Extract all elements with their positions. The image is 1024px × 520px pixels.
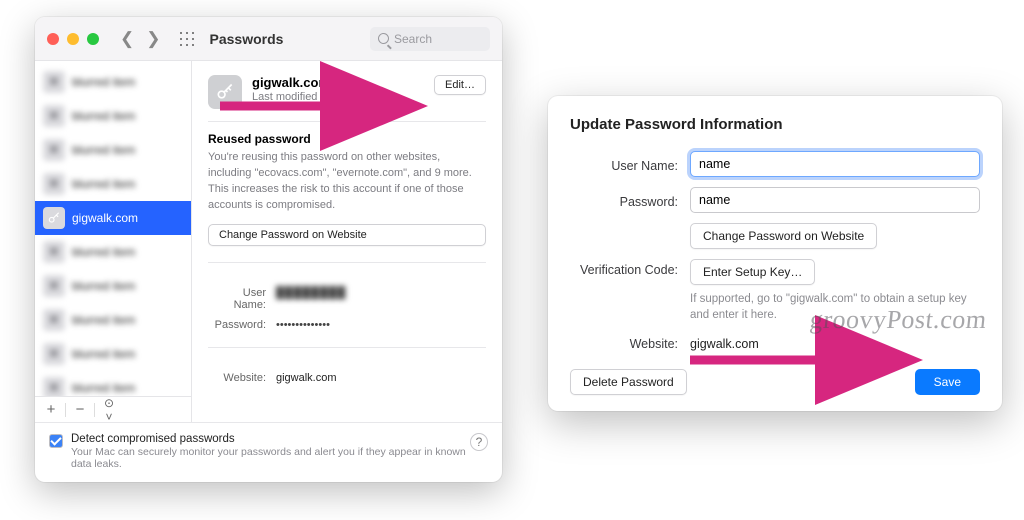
sheet-password-input[interactable]: [690, 187, 980, 213]
divider: [208, 262, 486, 263]
site-title: gigwalk.com: [252, 75, 424, 90]
sheet-heading: Update Password Information: [570, 116, 980, 133]
list-item[interactable]: ■ blurred item: [35, 99, 191, 133]
list-item-label: gigwalk.com: [72, 211, 183, 225]
password-label: Password:: [208, 319, 276, 331]
separator: [65, 403, 66, 417]
add-button[interactable]: +: [41, 401, 61, 418]
titlebar: ❮ ❯ Passwords Search: [35, 17, 502, 61]
sheet-change-password-button[interactable]: Change Password on Website: [690, 223, 877, 249]
favicon-icon: ■: [43, 377, 65, 396]
sheet-username-label: User Name:: [570, 155, 690, 173]
list-item-label: blurred item: [72, 109, 183, 123]
sidebar-toolbar: + − ⊙ ˅: [35, 396, 191, 422]
window-body: ■blurred item■blurred item■blurred item■…: [35, 61, 502, 422]
list-item[interactable]: ■ blurred item: [35, 65, 191, 99]
favicon-icon: ■: [43, 105, 65, 127]
forward-button[interactable]: ❯: [141, 27, 165, 51]
delete-password-button[interactable]: Delete Password: [570, 369, 687, 395]
sidebar: ■blurred item■blurred item■blurred item■…: [35, 61, 192, 422]
website-label: Website:: [208, 372, 276, 384]
list-item-label: blurred item: [72, 347, 183, 361]
help-button[interactable]: ?: [470, 433, 488, 451]
reused-title: Reused password: [208, 132, 486, 146]
sheet-password-row: Password:: [570, 187, 980, 213]
key-icon: [215, 82, 235, 102]
password-list[interactable]: ■blurred item■blurred item■blurred item■…: [35, 61, 191, 396]
password-value: ••••••••••••••: [276, 319, 330, 331]
list-item[interactable]: ■ blurred item: [35, 303, 191, 337]
options-button[interactable]: ⊙ ˅: [99, 396, 119, 423]
sheet-change-row: Change Password on Website: [570, 223, 980, 249]
sheet-actions: Delete Password Cancel Save: [570, 369, 980, 395]
back-button[interactable]: ❮: [115, 27, 139, 51]
favicon-icon: ■: [43, 343, 65, 365]
sheet-password-label: Password:: [570, 191, 690, 209]
sheet-website-label: Website:: [570, 333, 690, 351]
list-item-label: blurred item: [72, 313, 183, 327]
sheet-username-row: User Name:: [570, 151, 980, 177]
list-item-label: blurred item: [72, 75, 183, 89]
list-item[interactable]: ■ blurred item: [35, 371, 191, 396]
favicon-icon: ■: [43, 71, 65, 93]
divider: [208, 121, 486, 122]
list-item-label: blurred item: [72, 381, 183, 395]
sheet-verification-button[interactable]: Enter Setup Key…: [690, 259, 815, 285]
reused-body: You're reusing this password on other we…: [208, 150, 486, 214]
list-item[interactable]: ■ blurred item: [35, 269, 191, 303]
search-placeholder: Search: [394, 32, 432, 46]
passwords-window: ❮ ❯ Passwords Search ■ blurred item ■ blurr…: [35, 17, 502, 482]
favicon-icon: ■: [43, 241, 65, 263]
zoom-window-button[interactable]: [87, 33, 99, 45]
sheet-website-row: Website: gigwalk.com: [570, 333, 980, 351]
last-modified: Last modified 1/19/20: [252, 91, 424, 103]
list-item-label: blurred item: [72, 143, 183, 157]
sheet-verification-label: Verification Code:: [570, 259, 690, 277]
detail-pane: gigwalk.com Last modified 1/19/20 Edit… …: [192, 61, 502, 422]
change-password-button[interactable]: Change Password on Website: [208, 224, 486, 246]
list-item[interactable]: ■ blurred item: [35, 167, 191, 201]
detail-header: gigwalk.com Last modified 1/19/20 Edit…: [208, 75, 486, 109]
username-row: User Name: ████████: [208, 287, 486, 311]
grid-icon[interactable]: [180, 32, 194, 46]
favicon-icon: [43, 207, 65, 229]
list-item-label: blurred item: [72, 279, 183, 293]
username-label: User Name:: [208, 287, 276, 311]
list-item[interactable]: gigwalk.com: [35, 201, 191, 235]
nav-buttons: ❮ ❯: [115, 27, 166, 51]
favicon-icon: ■: [43, 173, 65, 195]
search-field[interactable]: Search: [370, 27, 490, 51]
divider: [208, 347, 486, 348]
traffic-lights: [47, 33, 99, 45]
close-window-button[interactable]: [47, 33, 59, 45]
favicon-icon: ■: [43, 139, 65, 161]
sheet-username-input[interactable]: [690, 151, 980, 177]
list-item[interactable]: ■ blurred item: [35, 235, 191, 269]
separator: [94, 403, 95, 417]
detect-compromised-checkbox[interactable]: [49, 434, 63, 448]
list-item-label: blurred item: [72, 245, 183, 259]
list-item[interactable]: ■ blurred item: [35, 337, 191, 371]
minimize-window-button[interactable]: [67, 33, 79, 45]
list-item[interactable]: ■ blurred item: [35, 133, 191, 167]
footer: Detect compromised passwords Your Mac ca…: [35, 422, 502, 482]
save-button[interactable]: Save: [915, 369, 980, 395]
website-value[interactable]: gigwalk.com: [276, 372, 337, 384]
website-row: Website: gigwalk.com: [208, 372, 486, 384]
favicon-icon: ■: [43, 309, 65, 331]
edit-sheet: Update Password Information User Name: P…: [548, 96, 1002, 411]
search-icon: [378, 33, 389, 44]
password-row: Password: ••••••••••••••: [208, 319, 486, 331]
window-title: Passwords: [210, 31, 284, 47]
detect-compromised-sub: Your Mac can securely monitor your passw…: [71, 446, 488, 470]
favicon-icon: ■: [43, 275, 65, 297]
remove-button[interactable]: −: [70, 401, 90, 418]
detect-compromised-label: Detect compromised passwords: [71, 433, 488, 445]
site-favicon: [208, 75, 242, 109]
sheet-website-value: gigwalk.com: [690, 333, 980, 351]
edit-button[interactable]: Edit…: [434, 75, 486, 95]
watermark: groovyPost.com: [808, 305, 988, 335]
username-value: ████████: [276, 287, 346, 311]
list-item-label: blurred item: [72, 177, 183, 191]
